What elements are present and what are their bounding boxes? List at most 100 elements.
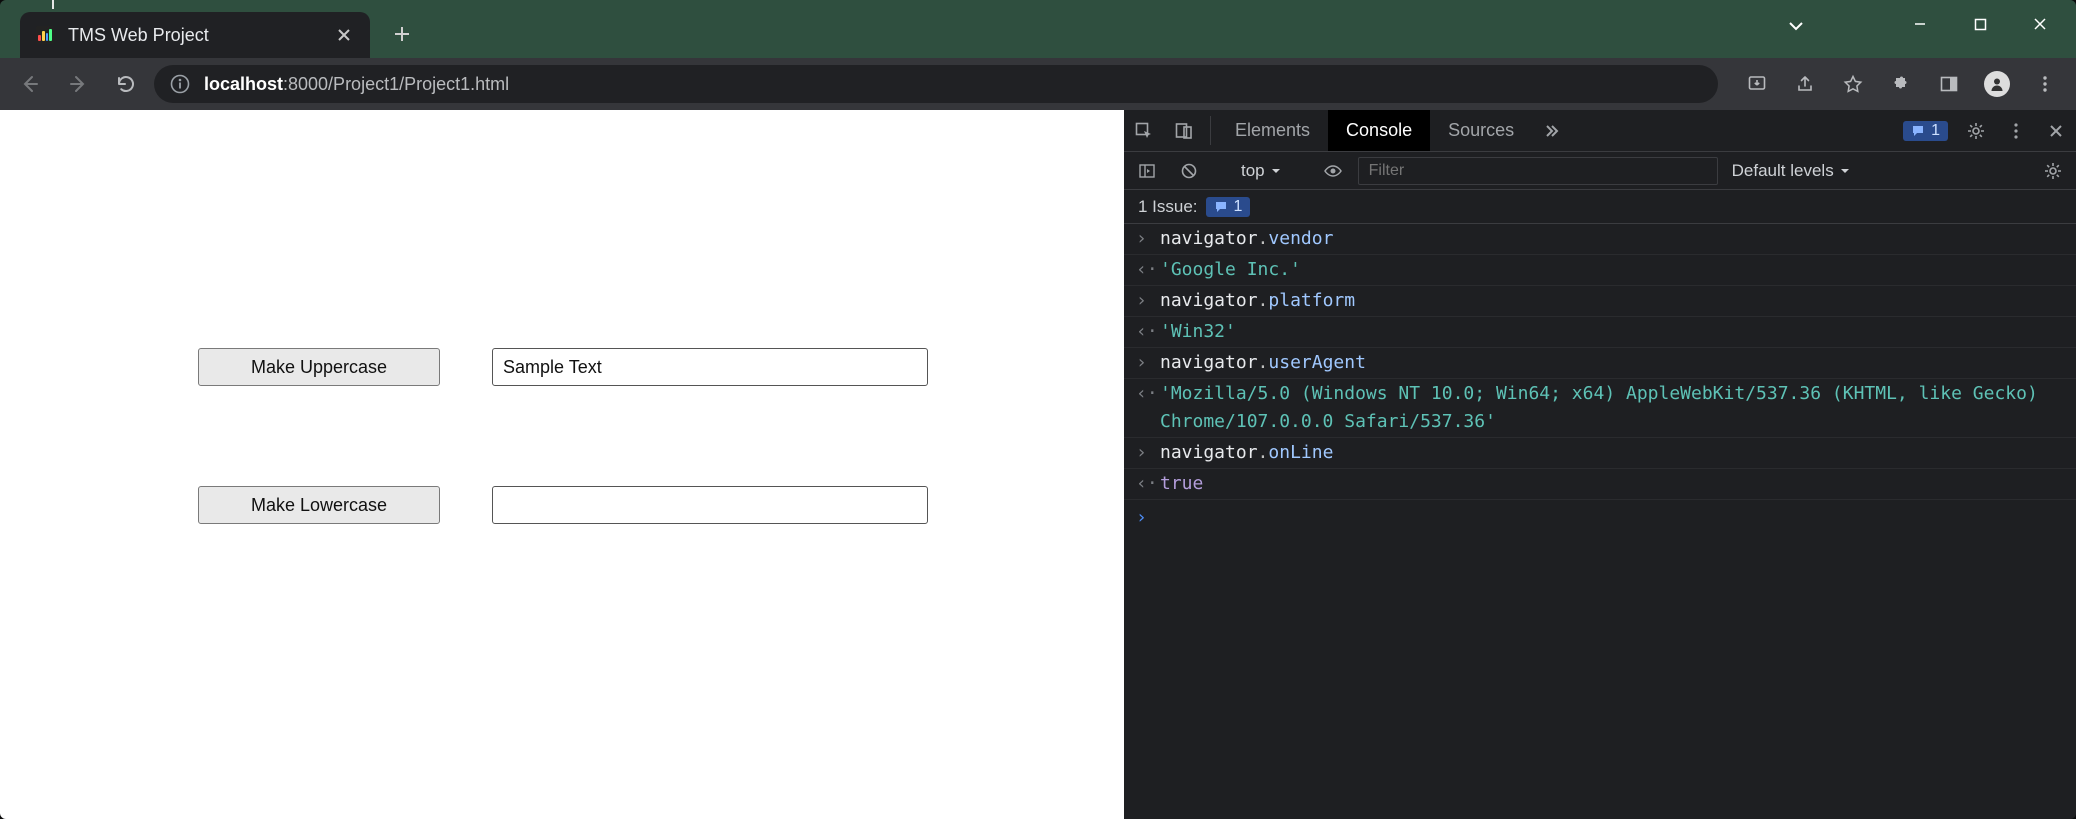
log-output-row: ‹· 'Google Inc.': [1124, 255, 2076, 286]
log-output-row: ‹·true: [1124, 469, 2076, 500]
triangle-down-icon: [1271, 166, 1281, 176]
arrow-left-icon: ‹·: [1136, 380, 1148, 408]
form-row-lower: Make Lowercase: [198, 486, 928, 524]
bookmark-button[interactable]: [1832, 64, 1874, 104]
nav-reload-button[interactable]: [106, 64, 146, 104]
arrow-left-icon: ‹·: [1136, 256, 1148, 284]
make-lowercase-button[interactable]: Make Lowercase: [198, 486, 440, 524]
window-minimize-button[interactable]: [1890, 4, 1950, 44]
window-controls: [1890, 4, 2070, 44]
install-app-button[interactable]: [1736, 64, 1778, 104]
chevrons-right-icon: [1543, 122, 1561, 140]
devtools-settings-button[interactable]: [1956, 110, 1996, 151]
tab-close-button[interactable]: [334, 25, 354, 45]
console-settings-button[interactable]: [2036, 156, 2070, 186]
nav-back-button[interactable]: [10, 64, 50, 104]
log-result: 'Google Inc.': [1160, 256, 1301, 284]
tab-console[interactable]: Console: [1328, 110, 1430, 151]
plus-icon: [393, 25, 411, 43]
favicon-icon: [36, 26, 54, 44]
tab-search-button[interactable]: [1776, 8, 1816, 44]
console-log[interactable]: › navigator.vendor ‹· 'Google Inc.' › navig…: [1124, 224, 2076, 819]
chat-icon: [1214, 200, 1228, 214]
issues-indicator[interactable]: 1: [1895, 110, 1956, 151]
url-path: :8000/Project1/Project1.html: [283, 74, 509, 94]
reload-icon: [115, 73, 137, 95]
window-close-button[interactable]: [2010, 4, 2070, 44]
info-icon: [170, 74, 190, 94]
log-result: 'Win32': [1160, 318, 1236, 346]
arrow-right-icon: [67, 73, 89, 95]
levels-label: Default levels: [1732, 161, 1834, 181]
close-icon: [2048, 123, 2064, 139]
more-tabs-button[interactable]: [1532, 110, 1572, 151]
tab-sources[interactable]: Sources: [1430, 110, 1532, 151]
window-maximize-button[interactable]: [1950, 4, 2010, 44]
clear-console-button[interactable]: [1172, 156, 1206, 186]
site-info-button[interactable]: [170, 74, 190, 94]
console-sidebar-toggle[interactable]: [1130, 156, 1164, 186]
log-result: 'Mozilla/5.0 (Windows NT 10.0; Win64; x6…: [1160, 380, 2064, 436]
devtools-close-button[interactable]: [2036, 110, 2076, 151]
chat-icon: [1911, 124, 1925, 138]
sidepanel-button[interactable]: [1928, 64, 1970, 104]
content-area: Make Uppercase Make Lowercase Elements C…: [0, 110, 2076, 819]
live-expression-button[interactable]: [1316, 156, 1350, 186]
profile-button[interactable]: [1976, 64, 2018, 104]
console-issue-bar[interactable]: 1 Issue: 1: [1124, 190, 2076, 224]
browser-tab[interactable]: TMS Web Project: [20, 12, 370, 58]
arrow-right-icon: ›: [1136, 439, 1148, 467]
form-row-upper: Make Uppercase: [198, 348, 928, 386]
nav-forward-button[interactable]: [58, 64, 98, 104]
titlebar: TMS Web Project: [0, 0, 2076, 58]
extensions-button[interactable]: [1880, 64, 1922, 104]
inspect-icon: [1134, 121, 1154, 141]
tab-elements[interactable]: Elements: [1217, 110, 1328, 151]
log-levels-selector[interactable]: Default levels: [1726, 161, 1856, 181]
console-prompt[interactable]: ›: [1124, 500, 2076, 536]
divider: [1210, 116, 1211, 145]
star-icon: [1843, 74, 1863, 94]
devtools-menu-button[interactable]: [1996, 110, 2036, 151]
log-output-row: ‹· 'Mozilla/5.0 (Windows NT 10.0; Win64; …: [1124, 379, 2076, 438]
arrow-right-icon: ›: [1136, 504, 1148, 532]
arrow-left-icon: ‹·: [1136, 470, 1148, 498]
issues-count: 1: [1931, 122, 1940, 140]
inspect-element-button[interactable]: [1124, 110, 1164, 151]
browser-toolbar: localhost:8000/Project1/Project1.html: [0, 58, 2076, 110]
arrow-right-icon: ›: [1136, 349, 1148, 377]
gear-icon: [1966, 121, 1986, 141]
arrow-right-icon: ›: [1136, 287, 1148, 315]
log-command: navigator.platform: [1160, 287, 1355, 315]
arrow-right-icon: ›: [1136, 225, 1148, 253]
context-label: top: [1241, 161, 1265, 181]
kebab-icon: [2006, 121, 2026, 141]
kebab-icon: [2035, 74, 2055, 94]
make-uppercase-button[interactable]: Make Uppercase: [198, 348, 440, 386]
close-icon: [2033, 17, 2047, 31]
text-input-1[interactable]: [492, 348, 928, 386]
install-icon: [1747, 74, 1767, 94]
device-toolbar-button[interactable]: [1164, 110, 1204, 151]
device-icon: [1174, 121, 1194, 141]
triangle-down-icon: [1840, 166, 1850, 176]
browser-menu-button[interactable]: [2024, 64, 2066, 104]
web-page: Make Uppercase Make Lowercase: [0, 110, 1124, 819]
console-filter-input[interactable]: [1358, 157, 1718, 185]
gear-icon: [2043, 161, 2063, 181]
no-icon: [1180, 162, 1198, 180]
url-text: localhost:8000/Project1/Project1.html: [204, 74, 509, 95]
issue-count: 1: [1234, 198, 1243, 216]
sidepanel-icon: [1939, 74, 1959, 94]
maximize-icon: [1974, 18, 1987, 31]
omnibox[interactable]: localhost:8000/Project1/Project1.html: [154, 65, 1718, 103]
log-input-row: › navigator.platform: [1124, 286, 2076, 317]
log-command: navigator.userAgent: [1160, 349, 1366, 377]
text-input-2[interactable]: [492, 486, 928, 524]
log-input-row: › navigator.userAgent: [1124, 348, 2076, 379]
new-tab-button[interactable]: [388, 20, 416, 48]
share-button[interactable]: [1784, 64, 1826, 104]
context-selector[interactable]: top: [1235, 161, 1287, 181]
avatar-icon: [1984, 71, 2010, 97]
log-command: navigator.vendor: [1160, 225, 1333, 253]
